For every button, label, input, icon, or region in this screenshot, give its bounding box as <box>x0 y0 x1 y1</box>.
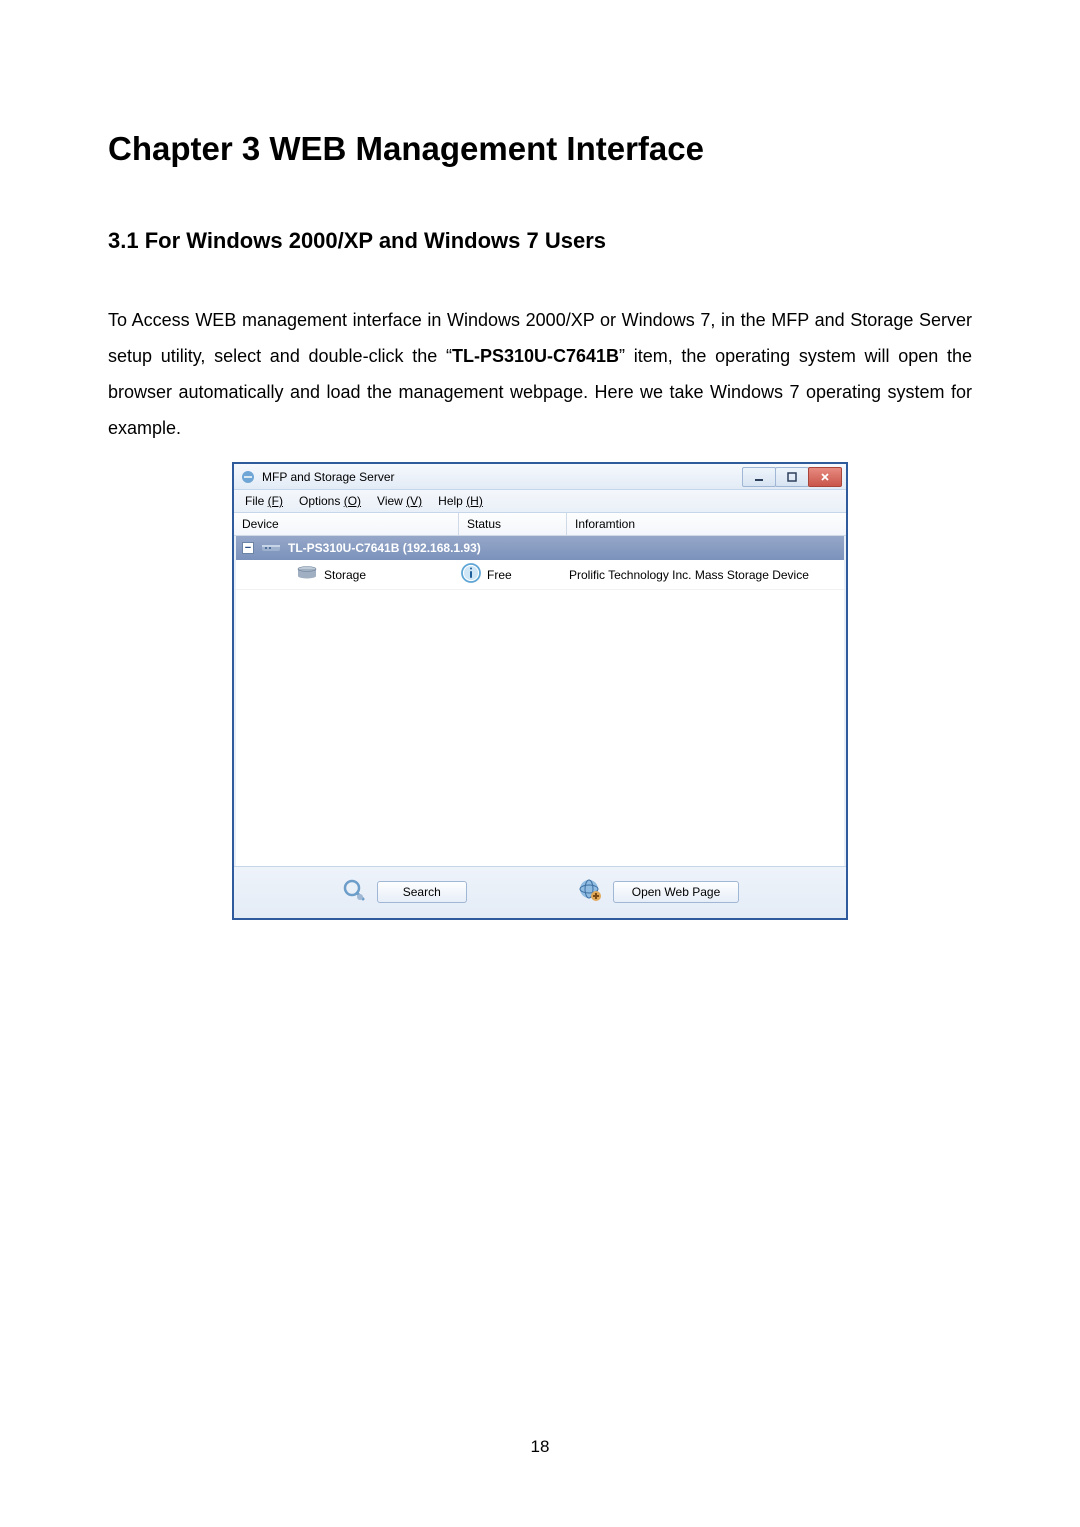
child-status-cell: Free <box>461 563 569 586</box>
menu-help-label: Help <box>438 494 466 508</box>
window-controls <box>743 467 842 487</box>
device-model-bold: TL-PS310U-C7641B <box>452 346 619 366</box>
list-body: − TL-PS310U-C7641B (192.168.1.93) Storag… <box>236 536 844 866</box>
device-group-label: TL-PS310U-C7641B (192.168.1.93) <box>288 541 481 555</box>
close-button[interactable] <box>808 467 842 487</box>
menu-options[interactable]: Options (O) <box>296 493 364 509</box>
menu-file[interactable]: File (F) <box>242 493 286 509</box>
window-title: MFP and Storage Server <box>262 470 743 484</box>
device-child-row[interactable]: Storage Free Prolific Technology Inc. Ma… <box>236 560 844 590</box>
menu-view-label: View <box>377 494 406 508</box>
search-button[interactable]: Search <box>377 881 467 903</box>
list-header: Device Status Inforamtion <box>234 513 846 536</box>
collapse-icon[interactable]: − <box>242 542 254 554</box>
search-icon <box>341 877 367 906</box>
menu-help[interactable]: Help (H) <box>435 493 486 509</box>
child-status-label: Free <box>487 568 512 582</box>
device-group-row[interactable]: − TL-PS310U-C7641B (192.168.1.93) <box>236 536 844 560</box>
storage-icon <box>296 566 318 583</box>
menu-options-label: Options <box>299 494 344 508</box>
menu-help-accel: (H) <box>466 494 483 508</box>
menu-view-accel: (V) <box>406 494 422 508</box>
search-button-group: Search <box>341 877 467 906</box>
section-title: 3.1 For Windows 2000/XP and Windows 7 Us… <box>108 228 972 254</box>
app-icon <box>240 469 256 485</box>
menu-file-label: File <box>245 494 268 508</box>
column-device[interactable]: Device <box>234 513 459 535</box>
globe-icon <box>577 877 603 906</box>
column-status[interactable]: Status <box>459 513 567 535</box>
maximize-button[interactable] <box>775 467 809 487</box>
network-device-icon <box>260 539 282 558</box>
page-number: 18 <box>0 1437 1080 1457</box>
minimize-button[interactable] <box>742 467 776 487</box>
column-information[interactable]: Inforamtion <box>567 513 846 535</box>
menu-options-accel: (O) <box>344 494 361 508</box>
app-window: MFP and Storage Server File (F) Options … <box>232 462 848 920</box>
info-icon <box>461 563 481 586</box>
menu-file-accel: (F) <box>268 494 283 508</box>
bottom-bar: Search Open Web Page <box>234 866 846 918</box>
chapter-title: Chapter 3 WEB Management Interface <box>108 130 972 168</box>
menubar: File (F) Options (O) View (V) Help (H) <box>234 490 846 513</box>
child-info-cell: Prolific Technology Inc. Mass Storage De… <box>569 568 844 582</box>
open-web-button-group: Open Web Page <box>577 877 740 906</box>
open-web-page-button[interactable]: Open Web Page <box>613 881 740 903</box>
intro-paragraph: To Access WEB management interface in Wi… <box>108 302 972 446</box>
child-device-label: Storage <box>324 568 366 582</box>
titlebar: MFP and Storage Server <box>234 464 846 490</box>
menu-view[interactable]: View (V) <box>374 493 425 509</box>
child-device-cell: Storage <box>296 566 461 583</box>
